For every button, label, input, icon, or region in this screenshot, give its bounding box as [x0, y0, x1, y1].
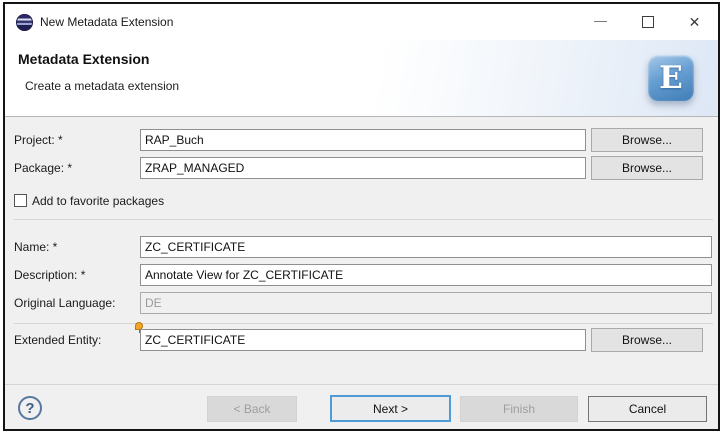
- description-input[interactable]: [140, 264, 712, 286]
- separator-footer: [5, 384, 718, 385]
- extended-entity-label: Extended Entity:: [14, 333, 102, 347]
- package-browse-button[interactable]: Browse...: [591, 156, 703, 180]
- separator-middle: [14, 323, 713, 324]
- wizard-subtitle: Create a metadata extension: [25, 79, 180, 93]
- e-letter: E: [659, 59, 683, 96]
- original-language-label: Original Language:: [14, 296, 116, 310]
- window-controls: — ✕: [577, 4, 718, 40]
- eclipse-logo-icon: [16, 13, 33, 31]
- title-bar: New Metadata Extension — ✕: [5, 4, 718, 40]
- help-button[interactable]: ?: [18, 396, 42, 420]
- minimize-button[interactable]: —: [577, 4, 624, 40]
- separator-top: [14, 219, 713, 220]
- name-label: Name: *: [14, 240, 58, 254]
- name-input[interactable]: [140, 236, 712, 258]
- project-input[interactable]: [140, 129, 586, 151]
- extended-entity-browse-button[interactable]: Browse...: [591, 328, 703, 352]
- back-button[interactable]: < Back: [207, 396, 297, 422]
- maximize-button[interactable]: [624, 4, 671, 40]
- finish-button[interactable]: Finish: [460, 396, 578, 422]
- window-title: New Metadata Extension: [40, 15, 174, 29]
- new-metadata-extension-dialog: New Metadata Extension — ✕ Metadata Exte…: [3, 2, 720, 431]
- wizard-title: Metadata Extension: [18, 51, 150, 67]
- minimize-icon: —: [594, 12, 607, 28]
- package-label: Package: *: [14, 161, 73, 175]
- wizard-e-icon: E: [648, 55, 694, 101]
- original-language-input: [140, 292, 712, 314]
- package-input[interactable]: [140, 157, 586, 179]
- cancel-button[interactable]: Cancel: [588, 396, 707, 422]
- project-browse-button[interactable]: Browse...: [591, 128, 703, 152]
- project-label: Project: *: [14, 133, 63, 147]
- close-icon: ✕: [688, 13, 701, 30]
- wizard-banner: Metadata Extension Create a metadata ext…: [5, 40, 718, 117]
- favorite-packages-label[interactable]: Add to favorite packages: [32, 194, 164, 208]
- description-label: Description: *: [14, 268, 86, 282]
- close-button[interactable]: ✕: [671, 4, 718, 40]
- extended-entity-input[interactable]: [140, 329, 586, 351]
- favorite-packages-checkbox[interactable]: [14, 194, 27, 207]
- next-button[interactable]: Next >: [330, 395, 451, 422]
- maximize-icon: [641, 16, 654, 28]
